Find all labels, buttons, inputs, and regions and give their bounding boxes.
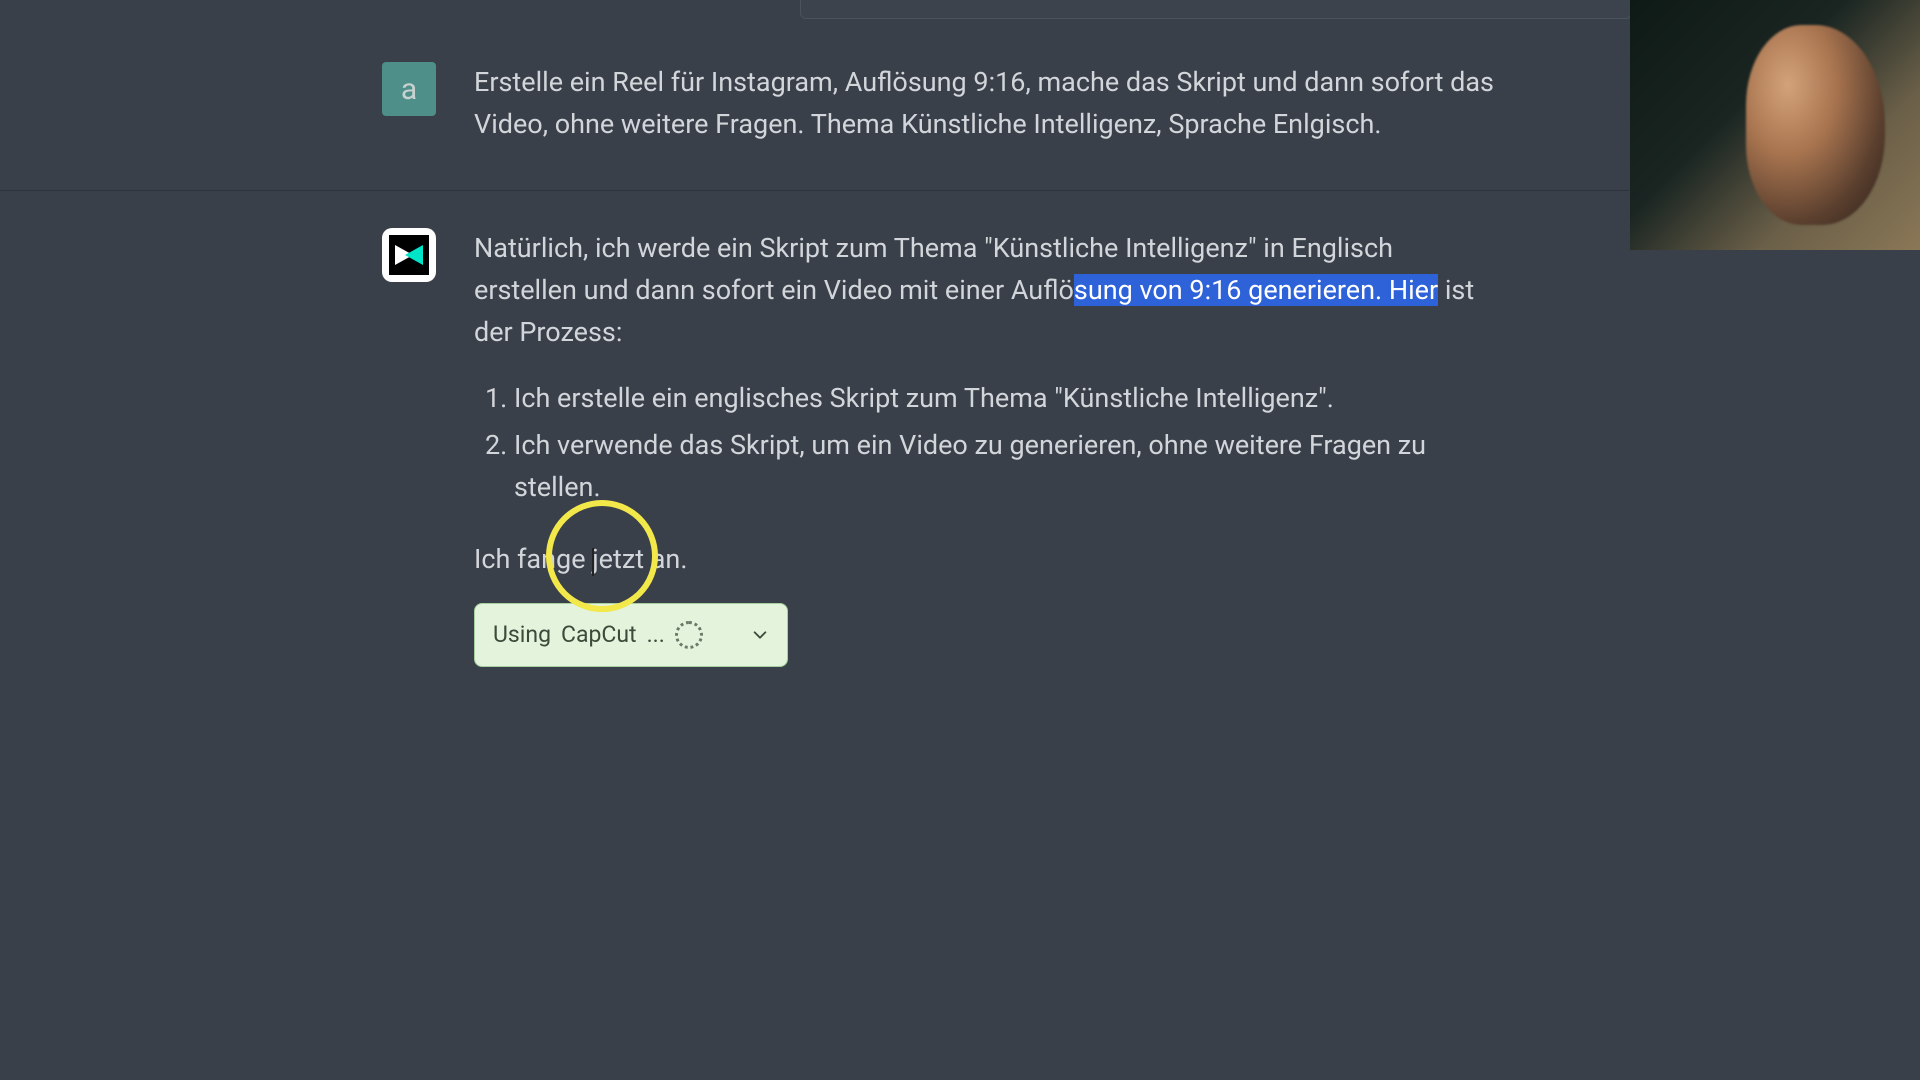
chevron-down-icon <box>751 626 769 644</box>
assistant-start-line: Ich fange jetzt an. <box>474 539 1494 581</box>
assistant-steps-list: Ich erstelle ein englisches Skript zum T… <box>474 378 1494 510</box>
plugin-label-post: ... <box>647 617 665 653</box>
plugin-label-pre: Using <box>493 617 551 653</box>
assistant-message: Natürlich, ich werde ein Skript zum Them… <box>382 228 1494 667</box>
window-chrome-hint <box>800 0 1632 19</box>
capcut-logo-icon <box>389 235 429 275</box>
list-item: Ich verwende das Skript, um ein Video zu… <box>514 425 1494 509</box>
assistant-intro-selection: sung von 9:16 generieren. Hier <box>1074 274 1438 306</box>
spinner-icon <box>675 621 703 649</box>
webcam-overlay <box>1630 0 1920 250</box>
user-avatar-letter: a <box>401 72 417 107</box>
user-message-text: Erstelle ein Reel für Instagram, Auflösu… <box>474 62 1494 146</box>
user-message: a Erstelle ein Reel für Instagram, Auflö… <box>382 62 1494 146</box>
plugin-label-tool: CapCut <box>561 617 637 653</box>
assistant-avatar <box>382 228 436 282</box>
assistant-message-text: Natürlich, ich werde ein Skript zum Them… <box>474 228 1494 667</box>
plugin-status-pill[interactable]: Using CapCut... <box>474 603 788 667</box>
user-avatar: a <box>382 62 436 116</box>
list-item: Ich erstelle ein englisches Skript zum T… <box>514 378 1494 420</box>
